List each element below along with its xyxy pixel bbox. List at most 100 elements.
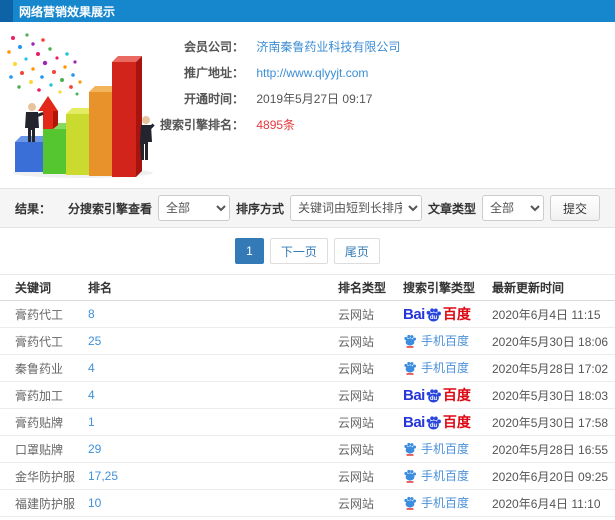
engine-select[interactable]: 全部 [157, 195, 230, 221]
rank-link[interactable]: 17,25 [88, 469, 338, 483]
rank-link[interactable]: 25 [88, 334, 338, 348]
baidu-logo: Bai du 百度 [403, 413, 471, 431]
updated-cell: 2020年5月30日 18:06 [492, 334, 609, 349]
rank-type-cell: 云网站 [338, 442, 375, 457]
mobile-baidu-logo: 手机百度 [403, 332, 469, 349]
keyword-cell: 金华防护服 [15, 469, 76, 484]
updated-cell: 2020年5月28日 16:55 [492, 442, 609, 457]
mobile-baidu-paw-icon [404, 469, 417, 483]
svg-text:du: du [430, 396, 438, 402]
baidu-paw-icon: du [426, 388, 441, 402]
table-row: 膏药贴牌 1 云网站 Bai du 百度 2020年5月30日 17:58 [0, 409, 615, 436]
mobile-baidu-paw-icon [404, 361, 417, 375]
rank-type-cell: 云网站 [338, 496, 375, 511]
header-rank: 排名 [88, 281, 113, 295]
promo-url-link[interactable]: http://www.qlyyjt.com [256, 66, 368, 80]
engine-rank-count: 4895条 [256, 118, 296, 132]
rank-type-cell: 云网站 [338, 334, 375, 349]
header-updated: 最新更新时间 [492, 281, 565, 295]
promo-url-label: 推广地址： [183, 66, 244, 80]
keyword-cell: 福建防护服 [15, 496, 76, 511]
mobile-baidu-paw-icon [404, 442, 417, 456]
app-window: 网络营销效果展示 会员公司： 济南秦鲁药业科技有限公司 推广地址： http:/… [0, 0, 615, 520]
rank-type-cell: 云网站 [338, 415, 375, 430]
sort-label: 排序方式 [235, 201, 284, 216]
engine-cell: 手机百度 [403, 467, 492, 486]
titlebar: 网络营销效果展示 [0, 0, 615, 22]
table-row: 膏药代工 25 云网站 手机百度 2020年5月30日 18:06 [0, 328, 615, 355]
baidu-logo: Bai du 百度 [403, 386, 471, 404]
opened-time-value: 2019年5月27日 09:17 [256, 92, 373, 106]
updated-cell: 2020年5月30日 18:03 [492, 388, 609, 403]
keyword-cell: 膏药贴牌 [15, 415, 64, 430]
company-label: 会员公司： [183, 40, 244, 54]
header-engine-type: 搜索引擎类型 [403, 281, 476, 295]
mobile-baidu-logo: 手机百度 [403, 467, 469, 484]
engine-cell: Bai du 百度 [403, 412, 492, 432]
keyword-cell: 膏药加工 [15, 388, 64, 403]
page-1-button[interactable]: 1 [235, 238, 264, 264]
submit-button[interactable]: 提交 [549, 195, 600, 221]
pagination: 1 下一页 尾页 [0, 228, 615, 274]
table-row: 膏药代工 8 云网站 Bai du 百度 2020年6月4日 11:15 [0, 301, 615, 328]
table-row: 金华防护服 17,25 云网站 手机百度 2020年6月20日 09:25 [0, 463, 615, 490]
keyword-cell: 秦鲁药业 [15, 361, 64, 376]
table-body: 膏药代工 8 云网站 Bai du 百度 2020年6月4日 11:15 膏药代… [0, 301, 615, 520]
info-row-opened: 开通时间： 2019年5月27日 09:17 [160, 90, 400, 116]
keyword-cell: 膏药代工 [15, 334, 64, 349]
info-row-rank-count: 搜索引擎排名： 4895条 [160, 116, 400, 142]
rank-type-cell: 云网站 [338, 361, 375, 376]
rank-type-cell: 云网站 [338, 469, 375, 484]
sort-select[interactable]: 关键词由短到长排序 [289, 195, 422, 221]
rank-link[interactable]: 10 [88, 496, 338, 510]
header-keyword: 关键词 [15, 281, 52, 295]
businessman-right [140, 116, 155, 160]
rank-link[interactable]: 1 [88, 415, 338, 429]
rank-link[interactable]: 29 [88, 442, 338, 456]
header-rank-type: 排名类型 [338, 281, 387, 295]
updated-cell: 2020年6月4日 11:15 [492, 307, 601, 322]
rank-type-cell: 云网站 [338, 307, 375, 322]
opened-time-label: 开通时间： [183, 92, 244, 106]
engine-filter-label: 分搜索引擎查看 [67, 201, 152, 216]
engine-rank-label: 搜索引擎排名： [160, 118, 245, 132]
table-row: 秦鲁药业 4 云网站 手机百度 2020年5月28日 17:02 [0, 355, 615, 382]
company-link[interactable]: 济南秦鲁药业科技有限公司 [256, 40, 400, 54]
rank-link[interactable]: 4 [88, 388, 338, 402]
rank-link[interactable]: 8 [88, 307, 338, 321]
keyword-cell: 口罩贴牌 [15, 442, 64, 457]
mobile-baidu-paw-icon [404, 496, 417, 510]
rank-link[interactable]: 4 [88, 361, 338, 375]
last-page-button[interactable]: 尾页 [333, 238, 380, 264]
mobile-baidu-logo: 手机百度 [403, 440, 469, 457]
info-section: 会员公司： 济南秦鲁药业科技有限公司 推广地址： http://www.qlyy… [0, 22, 615, 188]
engine-cell: 手机百度 [403, 440, 492, 459]
info-row-company: 会员公司： 济南秦鲁药业科技有限公司 [160, 38, 400, 64]
rank-type-cell: 云网站 [338, 388, 375, 403]
engine-cell: 手机百度 [403, 359, 492, 378]
bar-chart-clipart [7, 33, 155, 178]
table-row: 膏药加工 4 云网站 Bai du 百度 2020年5月30日 18:03 [0, 382, 615, 409]
member-info-list: 会员公司： 济南秦鲁药业科技有限公司 推广地址： http://www.qlyy… [160, 38, 400, 142]
baidu-paw-icon: du [426, 307, 441, 321]
svg-text:du: du [430, 423, 438, 429]
engine-cell: Bai du 百度 [403, 385, 492, 405]
filter-controls: 分搜索引擎查看 全部 排序方式 关键词由短到长排序 文章类型 全部 提交 [68, 195, 600, 221]
up-arrow-icon [38, 96, 58, 129]
table-row: 口罩贴牌 29 云网站 手机百度 2020年5月28日 16:55 [0, 436, 615, 463]
next-page-button[interactable]: 下一页 [269, 238, 328, 264]
article-type-select[interactable]: 全部 [481, 195, 544, 221]
confetti-dots [7, 33, 82, 96]
page-title: 网络营销效果展示 [19, 4, 116, 19]
mobile-baidu-paw-icon [404, 334, 417, 348]
result-label: 结果： [15, 201, 52, 216]
updated-cell: 2020年5月28日 17:02 [492, 361, 609, 376]
engine-cell: 手机百度 [403, 332, 492, 351]
titlebar-accent [0, 0, 13, 22]
article-type-label: 文章类型 [427, 201, 476, 216]
updated-cell: 2020年6月20日 09:25 [492, 469, 609, 484]
mobile-baidu-logo: 手机百度 [403, 494, 469, 511]
updated-cell: 2020年5月30日 17:58 [492, 415, 609, 430]
baidu-paw-icon: du [426, 415, 441, 429]
table-header-row: 关键词 排名 排名类型 搜索引擎类型 最新更新时间 [0, 275, 615, 301]
